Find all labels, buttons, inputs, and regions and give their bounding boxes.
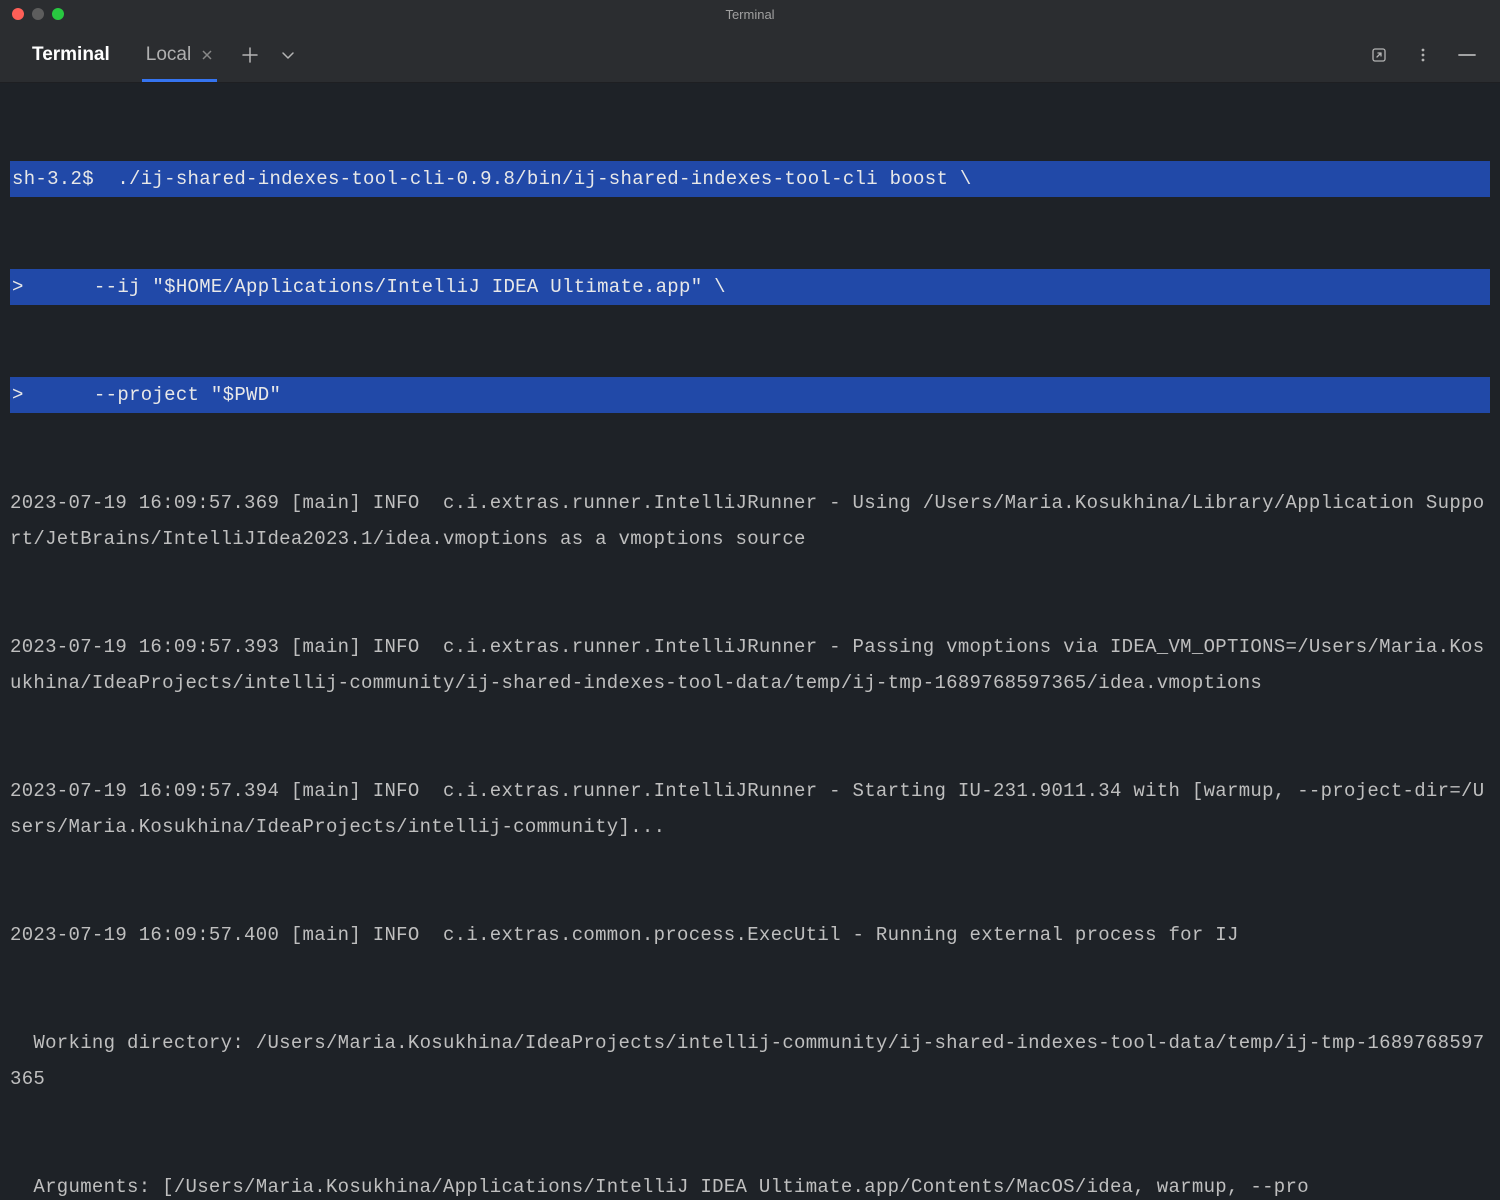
terminal-log-line: 2023-07-19 16:09:57.393 [main] INFO c.i.… — [10, 629, 1490, 701]
tab-dropdown-icon[interactable] — [273, 40, 303, 70]
tab-label: Local — [146, 44, 191, 66]
new-tab-button[interactable] — [235, 40, 265, 70]
tab-local[interactable]: Local — [132, 28, 227, 82]
window-title: Terminal — [725, 7, 774, 22]
window-maximize-button[interactable] — [52, 8, 64, 20]
close-tab-icon[interactable] — [201, 49, 213, 61]
window-minimize-button[interactable] — [32, 8, 44, 20]
terminal-log-line: 2023-07-19 16:09:57.400 [main] INFO c.i.… — [10, 917, 1490, 953]
terminal-log-line: 2023-07-19 16:09:57.394 [main] INFO c.i.… — [10, 773, 1490, 845]
window-titlebar: Terminal — [0, 0, 1500, 28]
tab-terminal[interactable]: Terminal — [18, 28, 124, 82]
terminal-selected-line: > --ij "$HOME/Applications/IntelliJ IDEA… — [10, 269, 1490, 305]
terminal-log-line: Working directory: /Users/Maria.Kosukhin… — [10, 1025, 1490, 1097]
maximize-panel-icon[interactable] — [1364, 40, 1394, 70]
terminal-output[interactable]: sh-3.2$ ./ij-shared-indexes-tool-cli-0.9… — [0, 83, 1500, 1200]
traffic-lights — [12, 8, 64, 20]
terminal-selected-line: > --project "$PWD" — [10, 377, 1490, 413]
window-close-button[interactable] — [12, 8, 24, 20]
tab-underline — [142, 79, 217, 82]
terminal-log-line: Arguments: [/Users/Maria.Kosukhina/Appli… — [10, 1169, 1490, 1200]
more-options-icon[interactable] — [1408, 40, 1438, 70]
hide-panel-icon[interactable] — [1452, 40, 1482, 70]
terminal-log-line: 2023-07-19 16:09:57.369 [main] INFO c.i.… — [10, 485, 1490, 557]
terminal-selected-line: sh-3.2$ ./ij-shared-indexes-tool-cli-0.9… — [10, 161, 1490, 197]
tab-label: Terminal — [32, 44, 110, 66]
tab-bar: Terminal Local — [0, 28, 1500, 83]
